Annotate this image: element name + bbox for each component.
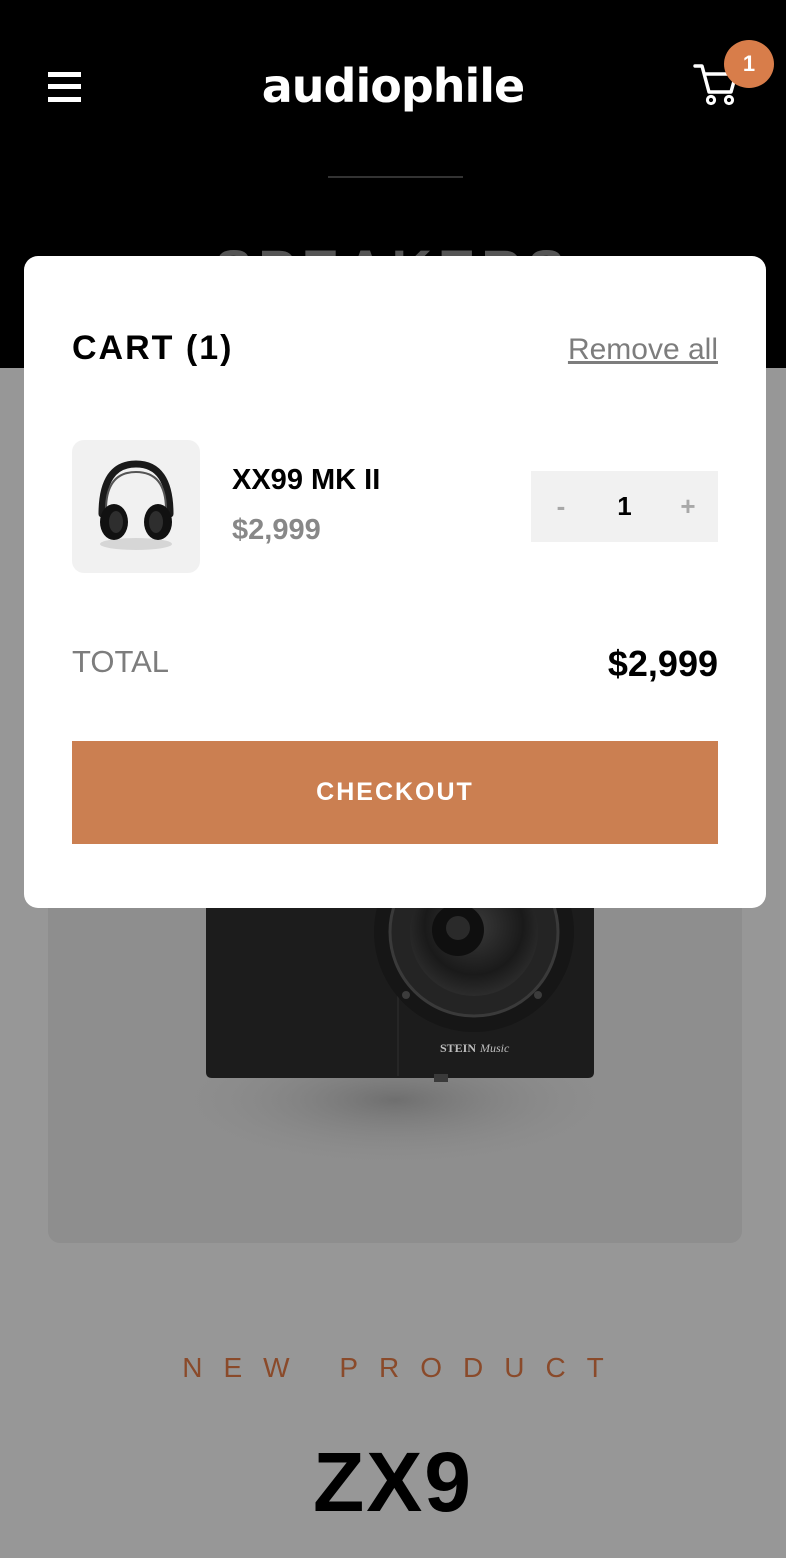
cart-item-name: XX99 MK II	[232, 464, 381, 496]
product-image-card: STEIN Music	[48, 860, 742, 1243]
cart-item-price: $2,999	[232, 514, 321, 546]
headphones-image	[98, 460, 174, 550]
total-label: TOTAL	[72, 644, 170, 679]
header-divider	[328, 176, 463, 178]
checkout-button[interactable]: CHECKOUT	[72, 741, 718, 844]
cart-title: CART (1)	[72, 329, 234, 367]
quantity-decrement-button[interactable]: -	[531, 471, 591, 542]
site-logo[interactable]: audiophile	[0, 56, 786, 116]
quantity-value: 1	[617, 491, 632, 521]
total-value: $2,999	[607, 643, 718, 684]
svg-text:STEIN: STEIN	[440, 1041, 476, 1055]
product-title: ZX9	[312, 1435, 474, 1529]
cart-modal: CART (1) Remove all XX99 MK II $2,999 - …	[24, 256, 766, 908]
svg-text:Music: Music	[479, 1041, 510, 1055]
remove-all-button[interactable]: Remove all	[568, 332, 718, 368]
quantity-stepper: - 1 +	[531, 471, 718, 542]
speaker-image: STEIN Music	[165, 860, 625, 1170]
cart-count-badge: 1	[724, 40, 774, 88]
cart-item-thumbnail	[72, 440, 200, 573]
quantity-increment-button[interactable]: +	[658, 471, 718, 542]
new-product-overline: NEW PRODUCT	[182, 1352, 625, 1383]
